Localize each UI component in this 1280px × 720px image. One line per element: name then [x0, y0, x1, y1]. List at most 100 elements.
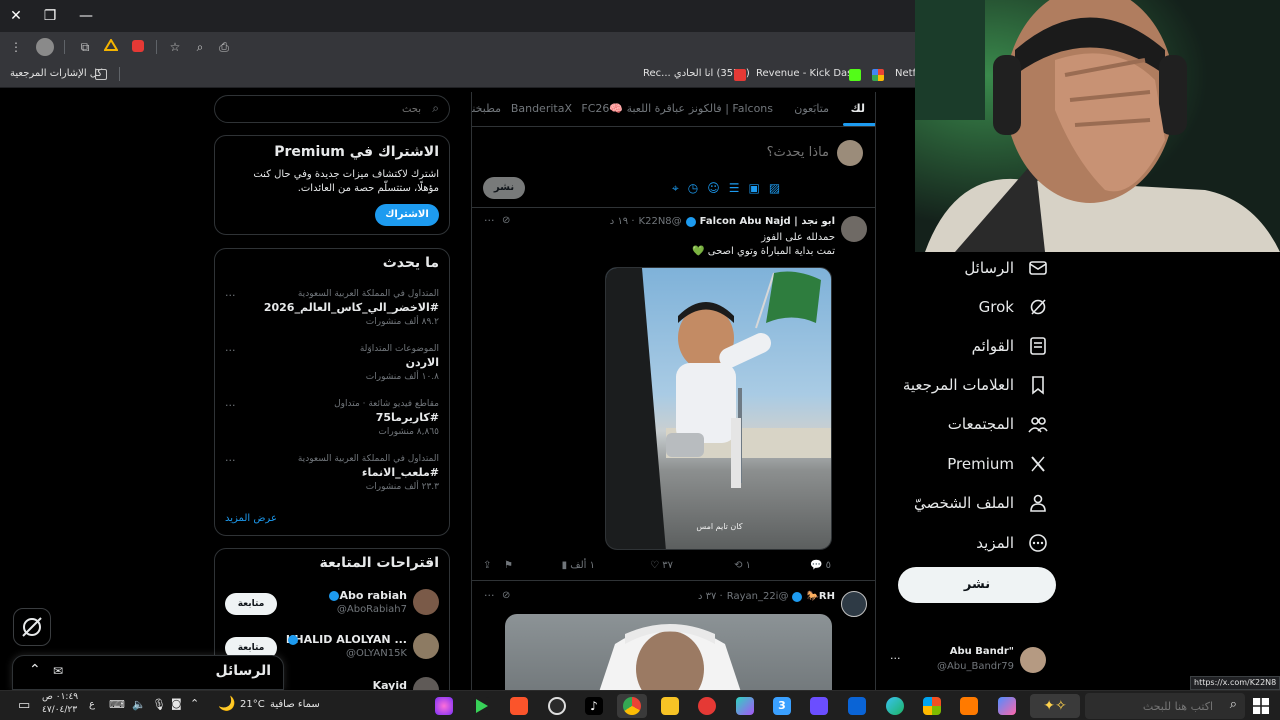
brave-icon[interactable]	[510, 697, 528, 715]
reply-action[interactable]: 💬 ٥	[810, 560, 831, 571]
weather-moon-icon[interactable]: 🌙	[218, 696, 235, 712]
clock-date[interactable]: ٤٧/٠٤/٢٣	[42, 705, 77, 715]
grok-floating-button[interactable]	[13, 608, 51, 646]
tiktok-icon[interactable]: ♪	[585, 697, 603, 715]
trend-more-icon[interactable]: ···	[225, 289, 236, 302]
restore-window-button[interactable]: ❐	[40, 6, 60, 26]
app-3-icon[interactable]: 3	[773, 697, 791, 715]
keyboard-icon[interactable]: ⌨	[109, 698, 125, 711]
tweet-time[interactable]: · ٣٧ د	[698, 591, 723, 602]
show-hidden-icons[interactable]: ⌃	[190, 697, 199, 710]
trend-item[interactable]: مقاطع فيديو شائعة · متداول #كاريرما75 ٨,…	[215, 399, 449, 449]
location-icon[interactable]: ⌖	[672, 181, 679, 196]
star-bookmark-icon[interactable]: ☆	[167, 39, 183, 55]
profile-avatar-icon[interactable]	[36, 38, 54, 56]
file-explorer-icon[interactable]	[661, 697, 679, 715]
edge-icon[interactable]	[886, 697, 904, 715]
schedule-icon[interactable]: ◷	[688, 181, 698, 196]
trend-item[interactable]: المتداول في المملكة العربية السعودية #ال…	[215, 289, 449, 339]
extension-red-icon[interactable]	[131, 39, 147, 55]
nav-communities[interactable]: المجتمعات	[948, 409, 1048, 439]
trend-more-icon[interactable]: ···	[225, 454, 236, 467]
tab-banderitax[interactable]: BanderitaX	[511, 102, 572, 115]
poll-icon[interactable]: ☰	[729, 181, 740, 196]
game-icon[interactable]	[810, 697, 828, 715]
tweet-more-icon[interactable]: ···	[484, 589, 495, 602]
tab-for-you[interactable]: لك	[851, 102, 865, 115]
install-app-icon[interactable]: ⎙	[216, 39, 232, 55]
zoom-icon[interactable]: ⌕	[192, 39, 208, 55]
nav-grok[interactable]: Grok	[979, 292, 1048, 322]
composer-input[interactable]	[489, 140, 829, 164]
nav-lists[interactable]: القوائم	[972, 331, 1048, 361]
menu-kebab-icon[interactable]: ⋮	[8, 39, 24, 55]
chrome-icon[interactable]	[623, 697, 641, 715]
store-play-icon[interactable]	[472, 697, 490, 715]
avatar[interactable]	[413, 589, 439, 615]
drive-icon[interactable]	[104, 39, 120, 55]
collapse-up-icon[interactable]: ⌃	[29, 662, 41, 678]
tweet-handle[interactable]: @Rayan_22i	[727, 591, 789, 602]
taskbar-search[interactable]: ⌕	[1085, 693, 1245, 719]
extensions-puzzle-icon[interactable]: ⧉	[77, 39, 93, 55]
grok-icon[interactable]: ⊘	[502, 590, 510, 601]
app-icon[interactable]	[435, 697, 453, 715]
app-orange-icon[interactable]	[960, 697, 978, 715]
tab-falcons[interactable]: فالكونز | Falcons	[689, 102, 773, 115]
follow-suggestion[interactable]: Abo rabiah @AboRabiah7 متابعة	[215, 587, 449, 621]
show-more-link[interactable]: عرض المزيد	[225, 513, 277, 524]
new-message-icon[interactable]: ✉	[53, 664, 63, 678]
weather-temp[interactable]: 21°C	[240, 699, 265, 710]
tweet-handle[interactable]: @K22N8	[639, 216, 682, 227]
minimize-window-button[interactable]: —	[76, 6, 96, 26]
clock-time[interactable]: ٠١:٤٩ ص	[42, 692, 78, 702]
subscribe-button[interactable]: الاشتراك	[375, 204, 439, 226]
trend-more-icon[interactable]: ···	[225, 344, 236, 357]
m365-icon[interactable]	[736, 697, 754, 715]
like-action[interactable]: ♡ ٣٧	[650, 560, 673, 571]
avatar[interactable]	[1020, 647, 1046, 673]
search-box[interactable]: ⌕	[214, 95, 450, 123]
youtube-icon[interactable]	[698, 697, 716, 715]
tweet-more-icon[interactable]: ···	[484, 214, 495, 227]
retweet-action[interactable]: ⟲ ١	[734, 560, 751, 571]
trend-item[interactable]: الموضوعات المتداوَلة الاردن ١٠.٨ ألف منش…	[215, 344, 449, 394]
account-switcher[interactable]: ··· Abu Bandr" @Abu_Bandr79	[888, 642, 1058, 680]
nav-bookmarks[interactable]: العلامات المرجعية	[903, 370, 1048, 400]
taskbar-search-input[interactable]	[1089, 697, 1213, 715]
composer-avatar[interactable]	[837, 140, 863, 166]
nav-premium[interactable]: Premium	[947, 449, 1048, 479]
speaker-icon[interactable]: 🔈	[132, 698, 146, 711]
tab-matbakhna[interactable]: مطبخنا	[472, 102, 501, 115]
microphone-icon[interactable]: 🎙	[152, 698, 166, 711]
tweet[interactable]: ابو نجد | Falcon Abu Najd @K22N8 · ١٩ د …	[472, 208, 875, 580]
nav-profile[interactable]: الملف الشخصيّ	[914, 488, 1048, 518]
composer-post-button[interactable]: نشر	[483, 177, 525, 199]
gif-icon[interactable]: ▣	[749, 181, 760, 196]
outlook-icon[interactable]	[848, 697, 866, 715]
input-language[interactable]: ع	[89, 699, 95, 710]
nav-more[interactable]: المزيد	[976, 528, 1048, 558]
grok-icon[interactable]: ⊘	[502, 215, 510, 226]
ms-store-icon[interactable]	[923, 697, 941, 715]
tweet-media-image[interactable]: كان تايم امس	[605, 267, 832, 550]
tweet-author-name[interactable]: RH🐎	[806, 591, 835, 602]
trend-item[interactable]: المتداول في المملكة العربية السعودية #مل…	[215, 454, 449, 504]
close-window-button[interactable]: ✕	[6, 6, 26, 26]
tweet-time[interactable]: · ١٩ د	[610, 216, 635, 227]
nav-messages[interactable]: الرسائل	[964, 253, 1048, 283]
weather-text[interactable]: سماء صافية	[270, 699, 320, 710]
tab-following[interactable]: متابَعون	[794, 102, 829, 115]
messages-drawer[interactable]: الرسائل ⌃ ✉	[12, 655, 284, 690]
all-bookmarks-label[interactable]: كل الإشارات المرجعية	[10, 68, 102, 79]
views-action[interactable]: ▮ ١ ألف	[562, 560, 595, 571]
avatar[interactable]	[841, 216, 867, 242]
tweet-media-image[interactable]	[505, 614, 832, 690]
tab-fc26[interactable]: FC26🧠 عباقرة اللعبة	[581, 102, 685, 115]
bookmark-icon[interactable]: ⚑	[504, 560, 513, 571]
emoji-icon[interactable]: ☺	[707, 181, 720, 196]
camera-icon[interactable]: ◙	[171, 697, 182, 710]
bookmark-kick[interactable]: Revenue - Kick Das...	[756, 68, 862, 79]
obs-icon[interactable]	[548, 697, 566, 715]
avatar[interactable]	[841, 591, 867, 617]
